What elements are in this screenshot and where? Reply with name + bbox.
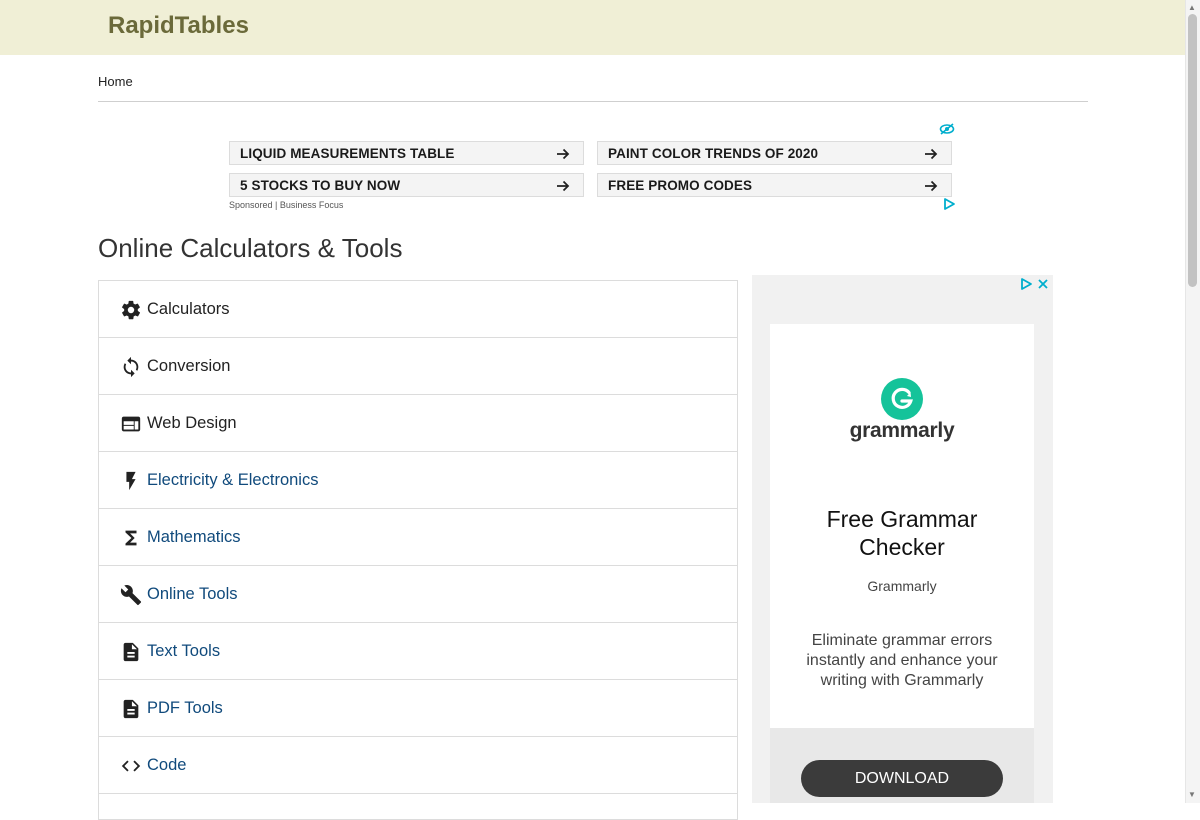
category-web-design[interactable]: Web Design: [99, 395, 737, 452]
scrollbar-thumb[interactable]: [1188, 14, 1197, 287]
lightning-icon: [126, 471, 136, 491]
category-calculators[interactable]: Calculators: [99, 281, 737, 338]
category-label: PDF Tools: [147, 699, 223, 717]
refresh-icon: [123, 356, 139, 378]
arrow-right-icon: [925, 180, 938, 192]
site-logo[interactable]: RapidTables: [108, 12, 249, 40]
category-electricity[interactable]: Electricity & Electronics: [99, 452, 737, 509]
category-label: Calculators: [147, 300, 230, 318]
ad-advertiser: Grammarly: [867, 578, 937, 594]
gear-icon: [122, 300, 140, 320]
category-label: Mathematics: [147, 528, 241, 546]
wrench-icon: [120, 585, 142, 606]
ad-link[interactable]: 5 STOCKS TO BUY NOW: [229, 173, 584, 197]
scroll-up-arrow-icon[interactable]: ▲: [1188, 3, 1196, 12]
ad-headline[interactable]: Free Grammar Checker: [790, 505, 1014, 561]
web-window-icon: [121, 416, 141, 432]
arrow-right-icon: [925, 148, 938, 160]
document-icon: [123, 699, 139, 719]
page-title: Online Calculators & Tools: [98, 233, 403, 263]
ad-link[interactable]: PAINT COLOR TRENDS OF 2020: [597, 141, 952, 165]
scroll-down-arrow-icon[interactable]: ▼: [1188, 790, 1196, 799]
category-conversion[interactable]: Conversion: [99, 338, 737, 395]
category-label: Conversion: [147, 357, 231, 375]
category-label: Online Tools: [147, 585, 238, 603]
arrow-right-icon: [557, 148, 570, 160]
category-label: Electricity & Electronics: [147, 471, 319, 489]
ad-controls[interactable]: [1019, 277, 1053, 291]
ad-play-icon: [1021, 278, 1032, 290]
code-icon: [121, 760, 141, 772]
close-icon: [1038, 279, 1048, 289]
ad-link-label: PAINT COLOR TRENDS OF 2020: [608, 146, 819, 161]
category-label: Text Tools: [147, 642, 221, 660]
sigma-icon: [125, 530, 137, 546]
ad-link[interactable]: LIQUID MEASUREMENTS TABLE: [229, 141, 584, 165]
ad-description: Eliminate grammar errors instantly and e…: [806, 632, 998, 689]
ad-link[interactable]: FREE PROMO CODES: [597, 173, 952, 197]
ad-link-label: 5 STOCKS TO BUY NOW: [240, 178, 401, 193]
document-icon: [123, 642, 139, 662]
category-mathematics[interactable]: Mathematics: [99, 509, 737, 566]
ad-link-label: FREE PROMO CODES: [608, 178, 753, 193]
breadcrumb-home[interactable]: Home: [98, 74, 133, 89]
category-label: Code: [147, 756, 187, 774]
category-label: Web Design: [147, 414, 237, 432]
download-button[interactable]: DOWNLOAD: [801, 760, 1003, 797]
ad-link-label: LIQUID MEASUREMENTS TABLE: [240, 146, 455, 161]
divider: [98, 101, 1088, 102]
grammarly-logo-icon: [881, 378, 923, 420]
category-pdf-tools[interactable]: PDF Tools: [99, 680, 737, 737]
category-online-tools[interactable]: Online Tools: [99, 566, 737, 623]
category-text-tools[interactable]: Text Tools: [99, 623, 737, 680]
sponsored-label[interactable]: Sponsored | Business Focus: [229, 200, 343, 210]
ad-play-icon[interactable]: [942, 197, 956, 211]
category-list: Calculators Conversion Web Design Electr…: [98, 280, 738, 820]
grammarly-wordmark: grammarly: [849, 419, 955, 442]
category-code[interactable]: Code: [99, 737, 737, 794]
adchoices-icon[interactable]: [939, 122, 955, 136]
arrow-right-icon: [557, 180, 570, 192]
